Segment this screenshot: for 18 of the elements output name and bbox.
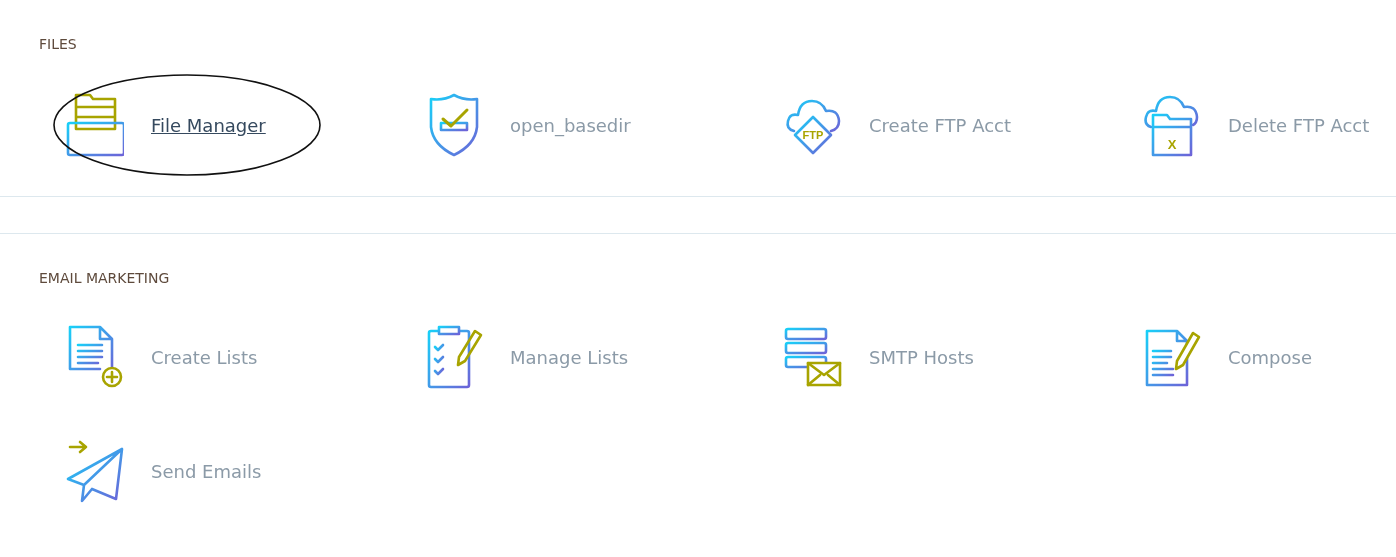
ftp-label: FTP [802,129,824,141]
server-mail-icon[interactable] [784,325,842,389]
clipboard-pencil-icon[interactable] [425,325,483,389]
tool-link[interactable]: Manage Lists [510,346,629,368]
tool-link[interactable]: Create FTP Acct [869,114,1011,136]
tool-link[interactable]: File Manager [151,114,266,136]
tool-link[interactable]: open_basedir [510,114,631,136]
tool-link[interactable]: Delete FTP Acct [1228,114,1370,136]
tool-link[interactable]: Send Emails [151,460,262,482]
paper-plane-icon[interactable] [66,439,124,503]
tool-link[interactable]: Create Lists [151,346,258,368]
document-plus-icon[interactable] [66,325,124,389]
section-heading: FILES [39,35,78,54]
file-drawer-icon[interactable] [66,93,124,157]
x-label: X [1167,137,1177,152]
section-heading: EMAIL MARKETING [39,269,171,288]
tool-link[interactable]: SMTP Hosts [869,346,974,368]
tool-link[interactable]: Compose [1228,346,1312,368]
